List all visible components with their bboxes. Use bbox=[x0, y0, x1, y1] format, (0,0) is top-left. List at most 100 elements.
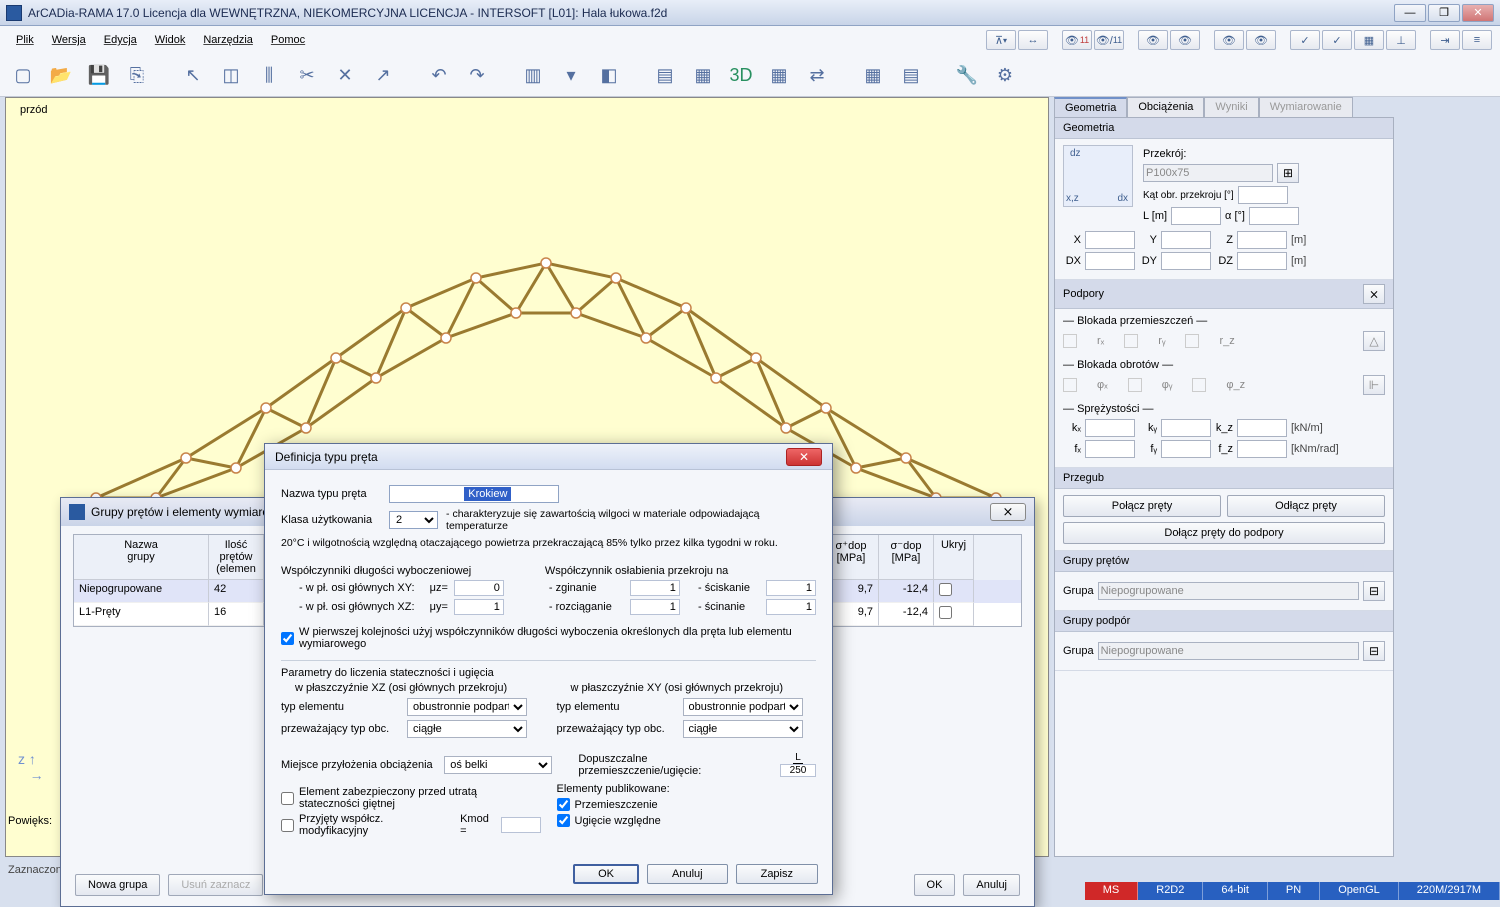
kx-input[interactable] bbox=[1085, 419, 1135, 437]
new-file-icon[interactable]: ▢ bbox=[8, 60, 38, 90]
grupa-pretow-select[interactable] bbox=[1098, 582, 1359, 600]
matrix-icon[interactable]: ▦ bbox=[764, 60, 794, 90]
menu-wersja[interactable]: Wersja bbox=[44, 31, 94, 49]
nowa-grupa-button[interactable]: Nowa grupa bbox=[75, 874, 160, 896]
kolej-checkbox[interactable] bbox=[281, 632, 294, 645]
redo-icon[interactable]: ↷ bbox=[462, 60, 492, 90]
ugie-denominator-input[interactable] bbox=[780, 764, 816, 777]
typel-xy-select[interactable]: obustronnie podparty bbox=[683, 698, 803, 716]
dim-toggle[interactable]: ↔ bbox=[1018, 30, 1048, 50]
columns-icon[interactable]: ▥ bbox=[518, 60, 548, 90]
przewaz-xz-select[interactable]: ciągłe bbox=[407, 720, 527, 738]
tab-wymiarowanie[interactable]: Wymiarowanie bbox=[1259, 97, 1353, 117]
eye-6[interactable]: 👁 bbox=[1246, 30, 1276, 50]
alpha-input[interactable] bbox=[1249, 207, 1299, 225]
DX-input[interactable] bbox=[1085, 252, 1135, 270]
hide-checkbox-1[interactable] bbox=[939, 606, 952, 619]
menu-widok[interactable]: Widok bbox=[147, 31, 194, 49]
check-2[interactable]: ✓ bbox=[1322, 30, 1352, 50]
dialog-zapisz-button[interactable]: Zapisz bbox=[736, 864, 818, 884]
scis-input[interactable] bbox=[766, 580, 816, 596]
more-icon[interactable]: ≡ bbox=[1462, 30, 1492, 50]
tab-obciazenia[interactable]: Obciążenia bbox=[1127, 97, 1204, 117]
rotation-button[interactable]: ⊩ bbox=[1363, 375, 1385, 395]
close-button[interactable]: ✕ bbox=[1462, 4, 1494, 22]
scin-input[interactable] bbox=[766, 599, 816, 615]
fz-input[interactable] bbox=[1237, 440, 1287, 458]
muz-input[interactable] bbox=[454, 580, 504, 596]
undo-icon[interactable]: ↶ bbox=[424, 60, 454, 90]
muy-input[interactable] bbox=[454, 599, 504, 615]
przewaz-xy-select[interactable]: ciągłe bbox=[683, 720, 803, 738]
typel-xz-select[interactable]: obustronnie podparty bbox=[407, 698, 527, 716]
grupa-podpor-browse[interactable]: ⊟ bbox=[1363, 641, 1385, 661]
nazwa-input[interactable]: Krokiew bbox=[389, 485, 559, 503]
zgin-input[interactable] bbox=[630, 580, 680, 596]
dolacz-button[interactable]: Dołącz pręty do podpory bbox=[1063, 522, 1385, 544]
tab-wyniki[interactable]: Wyniki bbox=[1204, 97, 1258, 117]
save-file-icon[interactable]: 💾 bbox=[84, 60, 114, 90]
eye-4[interactable]: 👁 bbox=[1170, 30, 1200, 50]
grid-tool-icon[interactable]: ⫼ bbox=[254, 60, 284, 90]
tab-geometria[interactable]: Geometria bbox=[1054, 97, 1127, 117]
check-1[interactable]: ✓ bbox=[1290, 30, 1320, 50]
przem-checkbox[interactable] bbox=[557, 798, 570, 811]
grupa-pretow-browse[interactable]: ⊟ bbox=[1363, 581, 1385, 601]
wrench-icon[interactable]: 🔧 bbox=[952, 60, 982, 90]
menu-pomoc[interactable]: Pomoc bbox=[263, 31, 313, 49]
chart-icon[interactable]: ✕ bbox=[330, 60, 360, 90]
groups-window-close[interactable]: ⨯ bbox=[990, 503, 1026, 521]
dialog-close-button[interactable]: ✕ bbox=[786, 448, 822, 466]
ugie-checkbox[interactable] bbox=[557, 814, 570, 827]
klasa-select[interactable]: 2 bbox=[389, 511, 438, 529]
menu-plik[interactable]: Plik bbox=[8, 31, 42, 49]
eye-2[interactable]: 👁/11 bbox=[1094, 30, 1124, 50]
grupa-podpor-select[interactable] bbox=[1098, 642, 1359, 660]
fy-input[interactable] bbox=[1161, 440, 1211, 458]
DY-input[interactable] bbox=[1161, 252, 1211, 270]
kmod-input[interactable] bbox=[501, 817, 541, 833]
maximize-button[interactable]: ❐ bbox=[1428, 4, 1460, 22]
groups-ok-button[interactable]: OK bbox=[914, 874, 956, 896]
groups-anuluj-button[interactable]: Anuluj bbox=[963, 874, 1020, 896]
copy-arrow-icon[interactable]: ↗ bbox=[368, 60, 398, 90]
fixed-support-button[interactable]: △ bbox=[1363, 331, 1385, 351]
polacz-button[interactable]: Połącz pręty bbox=[1063, 495, 1221, 517]
dialog-anuluj-button[interactable]: Anuluj bbox=[647, 864, 728, 884]
fx-input[interactable] bbox=[1085, 440, 1135, 458]
eye-5[interactable]: 👁 bbox=[1214, 30, 1244, 50]
menu-narzedzia[interactable]: Narzędzia bbox=[195, 31, 261, 49]
menu-edycja[interactable]: Edycja bbox=[96, 31, 145, 49]
kat-input[interactable] bbox=[1238, 186, 1288, 204]
grid-icon[interactable]: ▦ bbox=[1354, 30, 1384, 50]
Y-input[interactable] bbox=[1161, 231, 1211, 249]
gear-icon[interactable]: ⚙ bbox=[990, 60, 1020, 90]
open-file-icon[interactable]: 📂 bbox=[46, 60, 76, 90]
minimize-button[interactable]: — bbox=[1394, 4, 1426, 22]
miejsce-select[interactable]: oś belki bbox=[444, 756, 552, 774]
3d-icon[interactable]: 3D bbox=[726, 60, 756, 90]
kz-input[interactable] bbox=[1237, 419, 1287, 437]
eye-3[interactable]: 👁 bbox=[1138, 30, 1168, 50]
przyjety-checkbox[interactable] bbox=[281, 819, 294, 832]
layers-icon[interactable]: ◧ bbox=[594, 60, 624, 90]
L-input[interactable] bbox=[1171, 207, 1221, 225]
podpory-clear-button[interactable]: ⨯ bbox=[1363, 284, 1385, 304]
usun-grupa-button[interactable]: Usuń zaznacz bbox=[168, 874, 263, 896]
filter-icon[interactable]: ▾ bbox=[556, 60, 586, 90]
goto-icon[interactable]: ⇥ bbox=[1430, 30, 1460, 50]
rozc-input[interactable] bbox=[630, 599, 680, 615]
elzab-checkbox[interactable] bbox=[281, 792, 294, 805]
table-icon[interactable]: ▦ bbox=[688, 60, 718, 90]
report-icon[interactable]: ▤ bbox=[650, 60, 680, 90]
eye-1[interactable]: 👁11 bbox=[1062, 30, 1092, 50]
cut-icon[interactable]: ✂ bbox=[292, 60, 322, 90]
odlacz-button[interactable]: Odłącz pręty bbox=[1227, 495, 1385, 517]
export-icon[interactable]: ⎘ bbox=[122, 60, 152, 90]
dialog-ok-button[interactable]: OK bbox=[573, 864, 639, 884]
end-icon[interactable]: ⊥ bbox=[1386, 30, 1416, 50]
results-icon[interactable]: ▤ bbox=[896, 60, 926, 90]
xfer-icon[interactable]: ⇄ bbox=[802, 60, 832, 90]
przekroj-select[interactable] bbox=[1143, 164, 1273, 182]
DZ-input[interactable] bbox=[1237, 252, 1287, 270]
